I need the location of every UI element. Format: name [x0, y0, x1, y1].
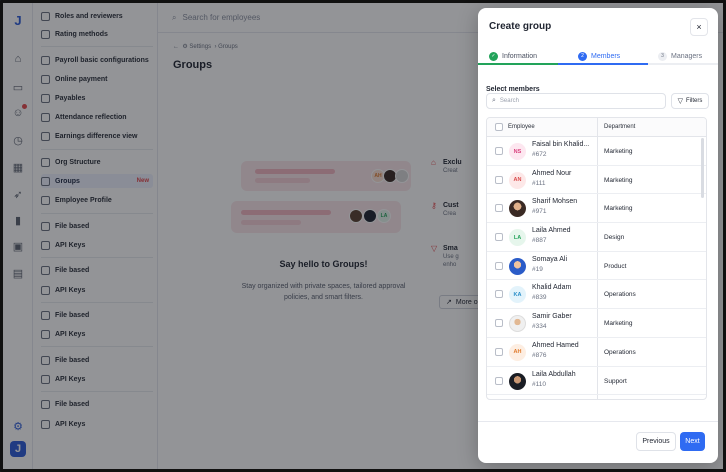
row-checkbox[interactable] — [495, 347, 503, 356]
stepper: ✓ Information 2 Members 3 Managers — [478, 48, 718, 65]
avatar: LA — [509, 229, 526, 247]
select-all-checkbox[interactable] — [495, 123, 503, 131]
employee-department: Support — [604, 377, 627, 385]
avatar — [509, 257, 526, 275]
employee-id: #111 — [532, 179, 546, 187]
avatar — [509, 372, 526, 390]
step-label: Information — [502, 52, 538, 60]
table-row[interactable]: Somaya Ali #19 Product — [487, 252, 706, 281]
employee-department: Product — [604, 262, 627, 270]
employee-name: Somaya Ali — [532, 255, 568, 263]
footer-divider — [478, 421, 718, 422]
avatar — [509, 315, 526, 333]
filters-button[interactable]: ▽ Filters — [671, 93, 709, 109]
employee-name: Sharif Mohsen — [532, 198, 578, 206]
search-icon: ⌕ — [492, 97, 496, 104]
member-search-input[interactable]: ⌕ Search — [486, 93, 666, 109]
close-button[interactable]: × — [690, 18, 708, 36]
row-checkbox[interactable] — [495, 175, 503, 184]
step-number: 2 — [578, 51, 587, 61]
employee-id: #887 — [532, 237, 547, 245]
step-label: Members — [591, 52, 621, 60]
step-members[interactable]: 2 Members — [578, 48, 620, 64]
table-row[interactable]: AH Ahmed Hamed #876 Operations — [487, 338, 706, 367]
check-icon: ✓ — [489, 51, 498, 61]
previous-button[interactable]: Previous — [636, 432, 676, 451]
employee-id: #672 — [532, 151, 547, 158]
employee-name: Laila Abdullah — [532, 370, 576, 378]
step-managers[interactable]: 3 Managers — [658, 48, 702, 64]
avatar: AN — [509, 171, 526, 189]
employee-id: #876 — [532, 351, 547, 359]
table-row[interactable]: Samir Gaber #334 Marketing — [487, 309, 706, 338]
employee-department: Operations — [604, 291, 636, 299]
filter-icon: ▽ — [677, 98, 684, 105]
select-members-label: Select members — [486, 86, 540, 93]
employee-department: Design — [604, 234, 625, 242]
step-label: Managers — [671, 52, 703, 60]
employee-department: Marketing — [604, 176, 633, 184]
employee-name: Laila Ahmed — [532, 227, 571, 235]
employee-id: #110 — [532, 380, 546, 388]
row-checkbox[interactable] — [495, 233, 503, 242]
employee-name: Ahmed Hamed — [532, 341, 579, 349]
column-department[interactable]: Department — [604, 124, 635, 130]
filters-label: Filters — [686, 98, 703, 104]
column-employee[interactable]: Employee — [508, 124, 535, 130]
employee-department: Operations — [604, 348, 636, 356]
employee-name: Khalid Adam — [532, 284, 572, 292]
row-checkbox[interactable] — [495, 147, 503, 155]
employee-name: Faisal bin Khalid... — [532, 141, 590, 148]
table-row[interactable]: Sharif Mohsen #971 Marketing — [487, 194, 706, 224]
next-button[interactable]: Next — [680, 432, 705, 451]
table-row[interactable]: AN Ahmed Nour #111 Marketing — [487, 166, 706, 195]
avatar — [509, 200, 526, 218]
scrollbar[interactable] — [701, 138, 704, 198]
row-checkbox[interactable] — [495, 290, 503, 299]
employee-department: Marketing — [604, 205, 633, 213]
row-checkbox[interactable] — [495, 261, 503, 270]
avatar: KA — [509, 286, 526, 304]
close-icon: × — [696, 22, 702, 32]
employee-name: Samir Gaber — [532, 313, 572, 321]
table-row[interactable]: Laila Abdullah #110 Support — [487, 367, 706, 396]
employee-name: Ahmed Nour — [532, 169, 572, 177]
table-row[interactable]: LA Laila Ahmed #887 Design — [487, 223, 706, 252]
step-number: 3 — [658, 51, 667, 61]
employee-id: #19 — [532, 265, 543, 273]
employee-id: #839 — [532, 294, 547, 302]
employee-department: Marketing — [604, 148, 633, 155]
employee-id: #334 — [532, 323, 547, 331]
create-group-modal: Create group × ✓ Information 2 Members 3… — [478, 8, 718, 463]
table-row[interactable]: KA Khalid Adam #839 Operations — [487, 280, 706, 310]
avatar: NS — [509, 143, 526, 160]
table-row[interactable]: NS Faisal bin Khalid... #672 Marketing — [487, 137, 706, 166]
step-information[interactable]: ✓ Information — [489, 48, 537, 64]
employee-id: #971 — [532, 208, 547, 216]
avatar: AH — [509, 343, 526, 361]
table-body: NS Faisal bin Khalid... #672 Marketing AN Ahm… — [487, 137, 706, 396]
employee-department: Marketing — [604, 320, 633, 328]
modal-title: Create group — [489, 21, 552, 32]
row-checkbox[interactable] — [495, 319, 503, 328]
members-table: Employee Department NS Faisal bin Khalid.… — [486, 117, 707, 400]
row-checkbox[interactable] — [495, 376, 503, 385]
search-placeholder: Search — [499, 98, 519, 104]
row-checkbox[interactable] — [495, 204, 503, 213]
